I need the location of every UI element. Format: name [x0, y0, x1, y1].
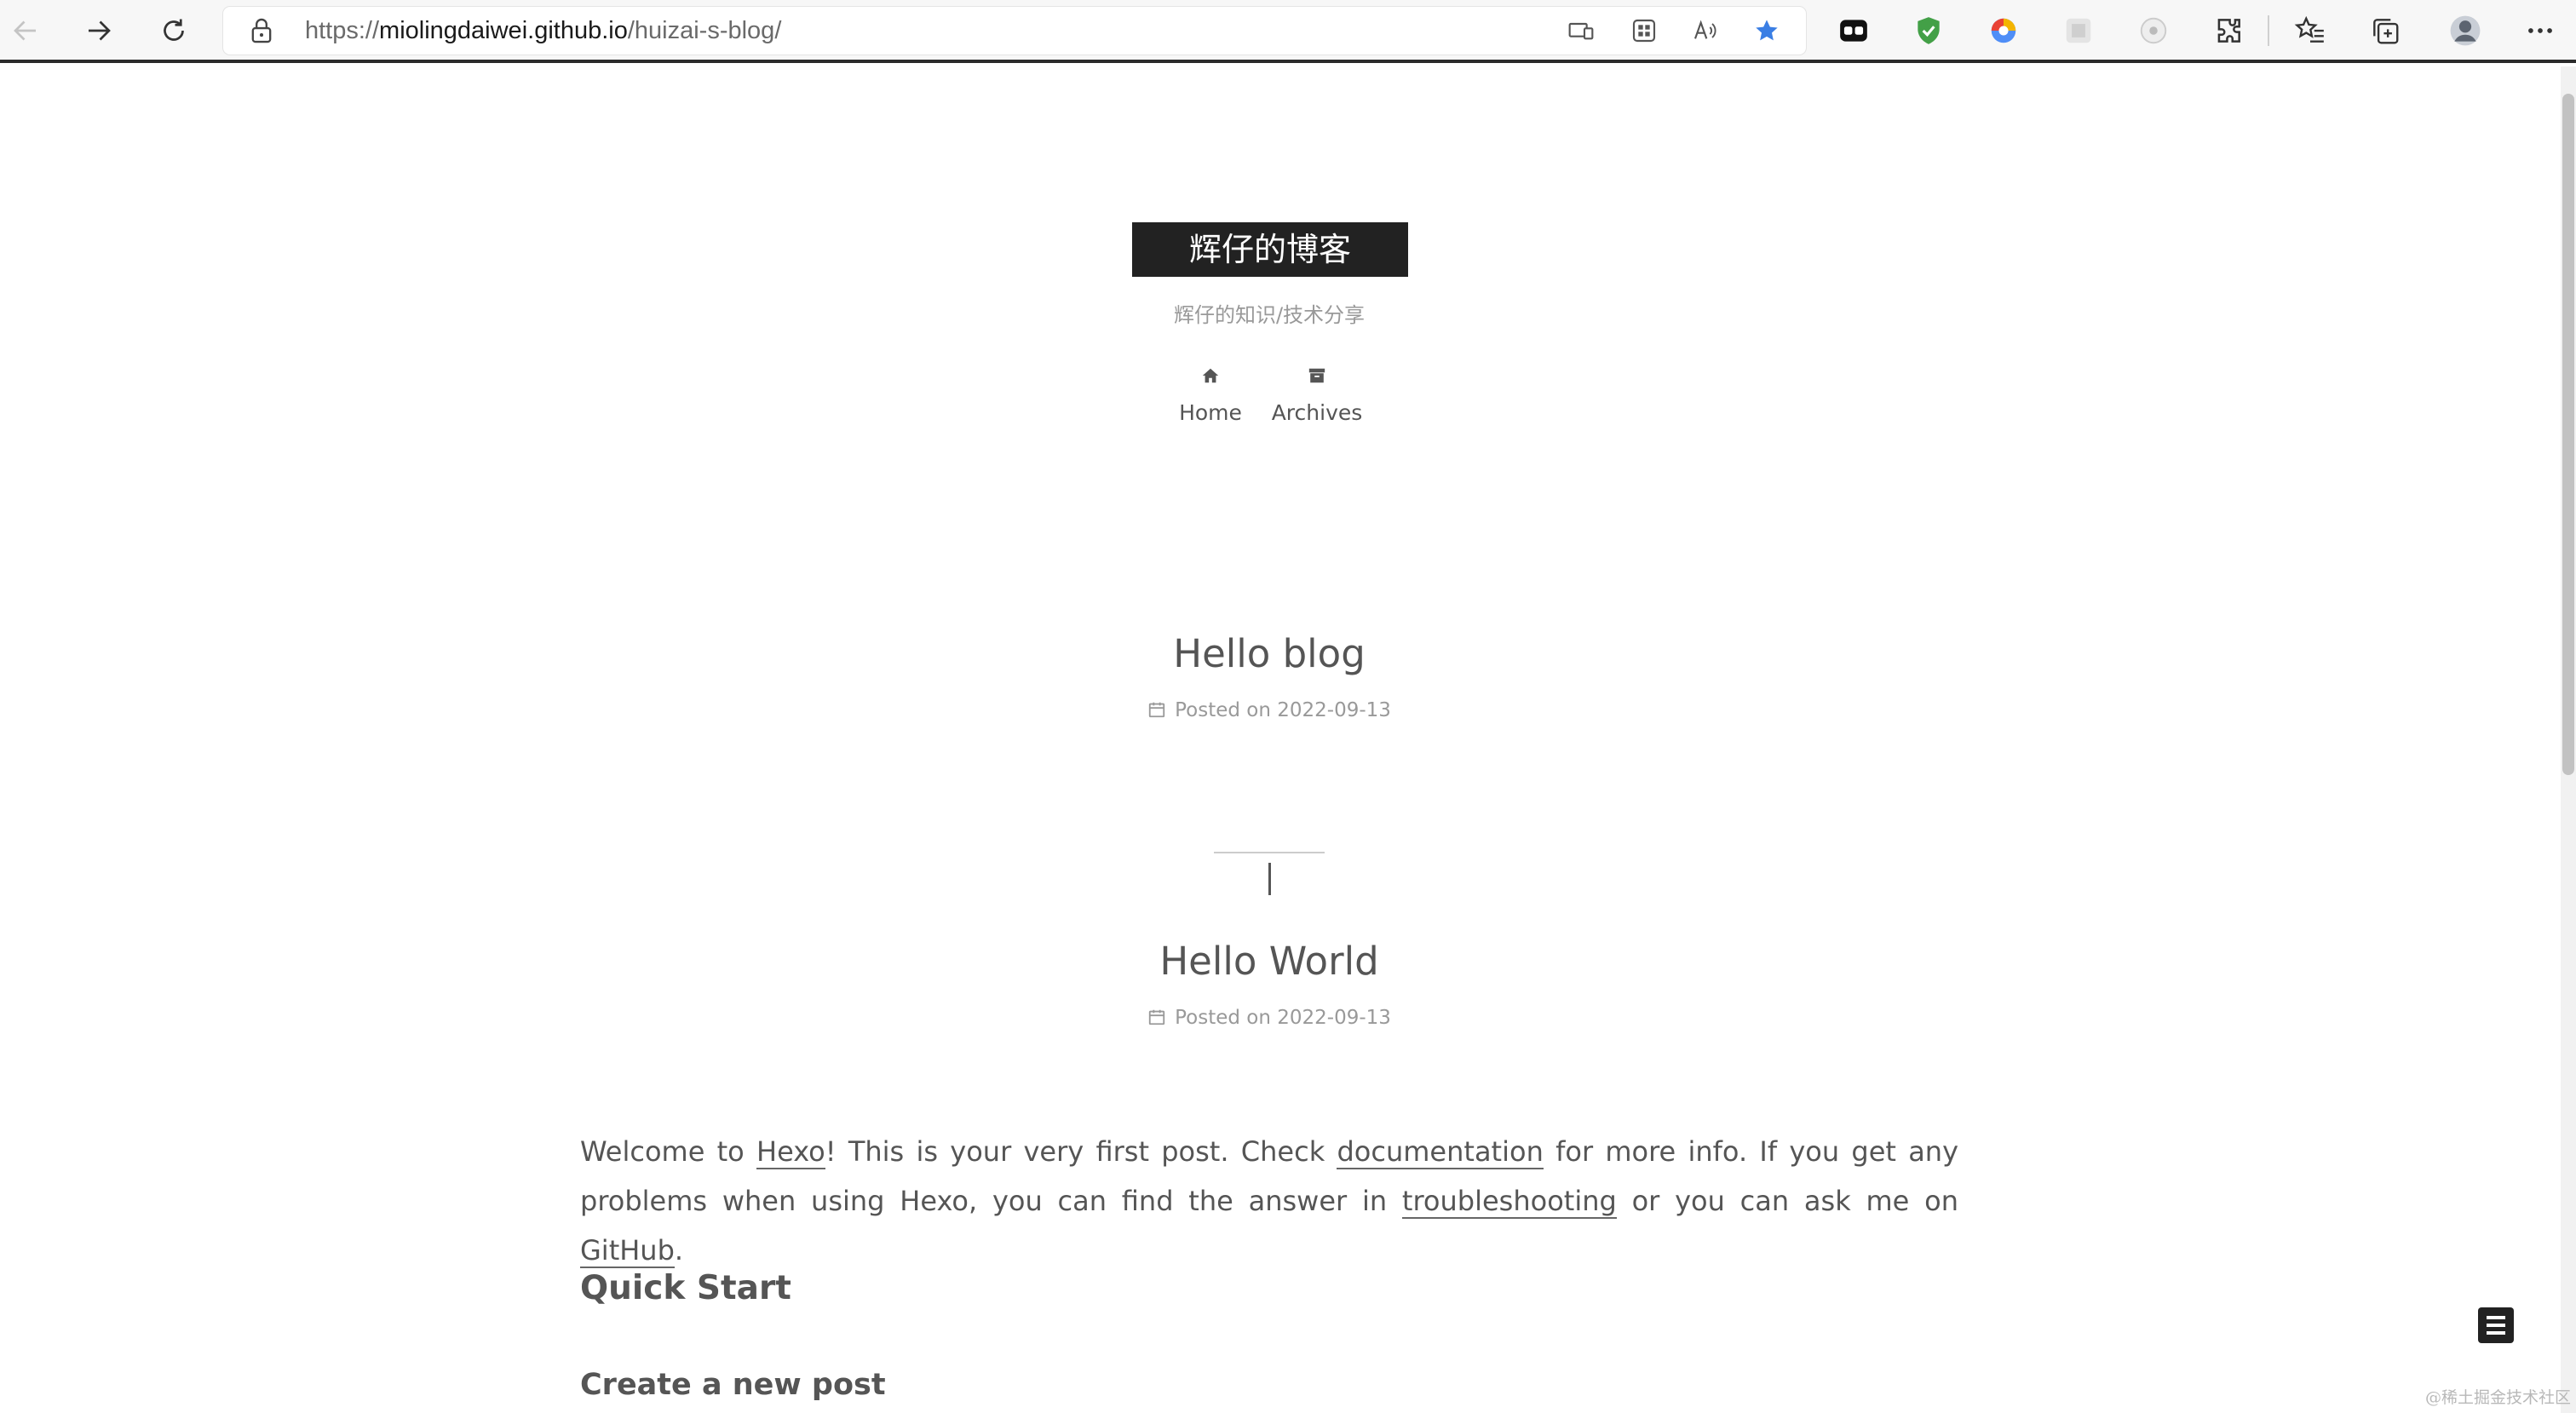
favorite-star-icon[interactable]	[1751, 15, 1782, 46]
forward-icon[interactable]	[80, 12, 118, 49]
more-icon[interactable]	[2521, 12, 2559, 49]
menu-line	[2487, 1324, 2505, 1327]
link-documentation[interactable]: documentation	[1337, 1135, 1544, 1169]
grid-icon[interactable]	[2060, 12, 2097, 49]
menu-item-label: Archives	[1271, 400, 1363, 425]
url-host: miolingdaiwei.github.io	[379, 17, 628, 44]
address-bar[interactable]: https://miolingdaiwei.github.io/huizai-s…	[223, 7, 1806, 55]
url-text[interactable]: https://miolingdaiwei.github.io/huizai-s…	[305, 7, 781, 55]
refresh-icon[interactable]	[155, 12, 193, 49]
back-icon[interactable]	[7, 12, 44, 49]
menu-line	[2487, 1331, 2505, 1335]
circle-icon[interactable]	[2135, 12, 2172, 49]
link-hexo[interactable]: Hexo	[756, 1135, 825, 1169]
post-divider	[1214, 852, 1325, 853]
heading-quick-start: Quick Start	[580, 1269, 791, 1307]
scrollbar-thumb[interactable]	[2562, 94, 2574, 775]
body-text: or you can ask me on	[1616, 1185, 1959, 1217]
url-prefix: https://	[305, 17, 380, 44]
page-content: 辉仔的博客 辉仔的知识/技术分享 Home Archives Hello blo…	[0, 66, 2561, 1413]
read-aloud-icon[interactable]	[1690, 15, 1721, 46]
text-cursor	[1268, 863, 1271, 895]
archive-icon	[1308, 368, 1325, 383]
home-icon	[1202, 368, 1219, 383]
shield-icon[interactable]	[1910, 12, 1947, 49]
link-troubleshooting[interactable]: troubleshooting	[1401, 1185, 1617, 1219]
url-path: /huizai-s-blog/	[627, 17, 782, 44]
site-brand[interactable]: 辉仔的博客	[1132, 222, 1408, 277]
favorites-icon[interactable]	[2291, 12, 2329, 49]
menu-line	[2487, 1316, 2505, 1319]
heading-create-post: Create a new post	[580, 1368, 886, 1402]
post-date: Posted on 2022-09-13	[1175, 1007, 1391, 1029]
calendar-icon	[1148, 702, 1165, 718]
link-github[interactable]: GitHub	[580, 1234, 675, 1268]
calendar-icon	[1148, 1009, 1165, 1025]
post-body: Welcome to Hexo! This is your very first…	[580, 1127, 1958, 1275]
site-subtitle: 辉仔的知识/技术分享	[1173, 303, 1366, 327]
collections-icon[interactable]	[2366, 12, 2404, 49]
toolbar-separator	[2268, 15, 2269, 46]
globe-icon[interactable]	[1985, 12, 2022, 49]
post-date: Posted on 2022-09-13	[1175, 699, 1391, 721]
qr-icon[interactable]	[1629, 15, 1659, 46]
body-text: ! This is your very first post. Check	[825, 1135, 1337, 1168]
post-meta: Posted on 2022-09-13	[947, 1007, 1591, 1029]
lock-icon[interactable]	[249, 17, 274, 44]
avatar[interactable]	[2447, 12, 2484, 49]
body-text: Welcome to	[580, 1135, 757, 1168]
device-icon[interactable]	[1566, 15, 1596, 46]
sidebar-toggle-button[interactable]	[2478, 1307, 2514, 1343]
browser-toolbar: https://miolingdaiwei.github.io/huizai-s…	[0, 0, 2576, 63]
menu-item-archives[interactable]: Archives	[1253, 366, 1381, 425]
menu-item-label: Home	[1179, 400, 1242, 425]
puzzle-icon[interactable]	[2210, 12, 2247, 49]
watermark: @稀土掘金技术社区	[2424, 1388, 2571, 1407]
body-text: .	[674, 1234, 684, 1267]
post-meta: Posted on 2022-09-13	[947, 699, 1591, 721]
post-title[interactable]: Hello World	[862, 939, 1676, 984]
extension-icon[interactable]	[1835, 12, 1872, 49]
post-title[interactable]: Hello blog	[862, 631, 1676, 676]
